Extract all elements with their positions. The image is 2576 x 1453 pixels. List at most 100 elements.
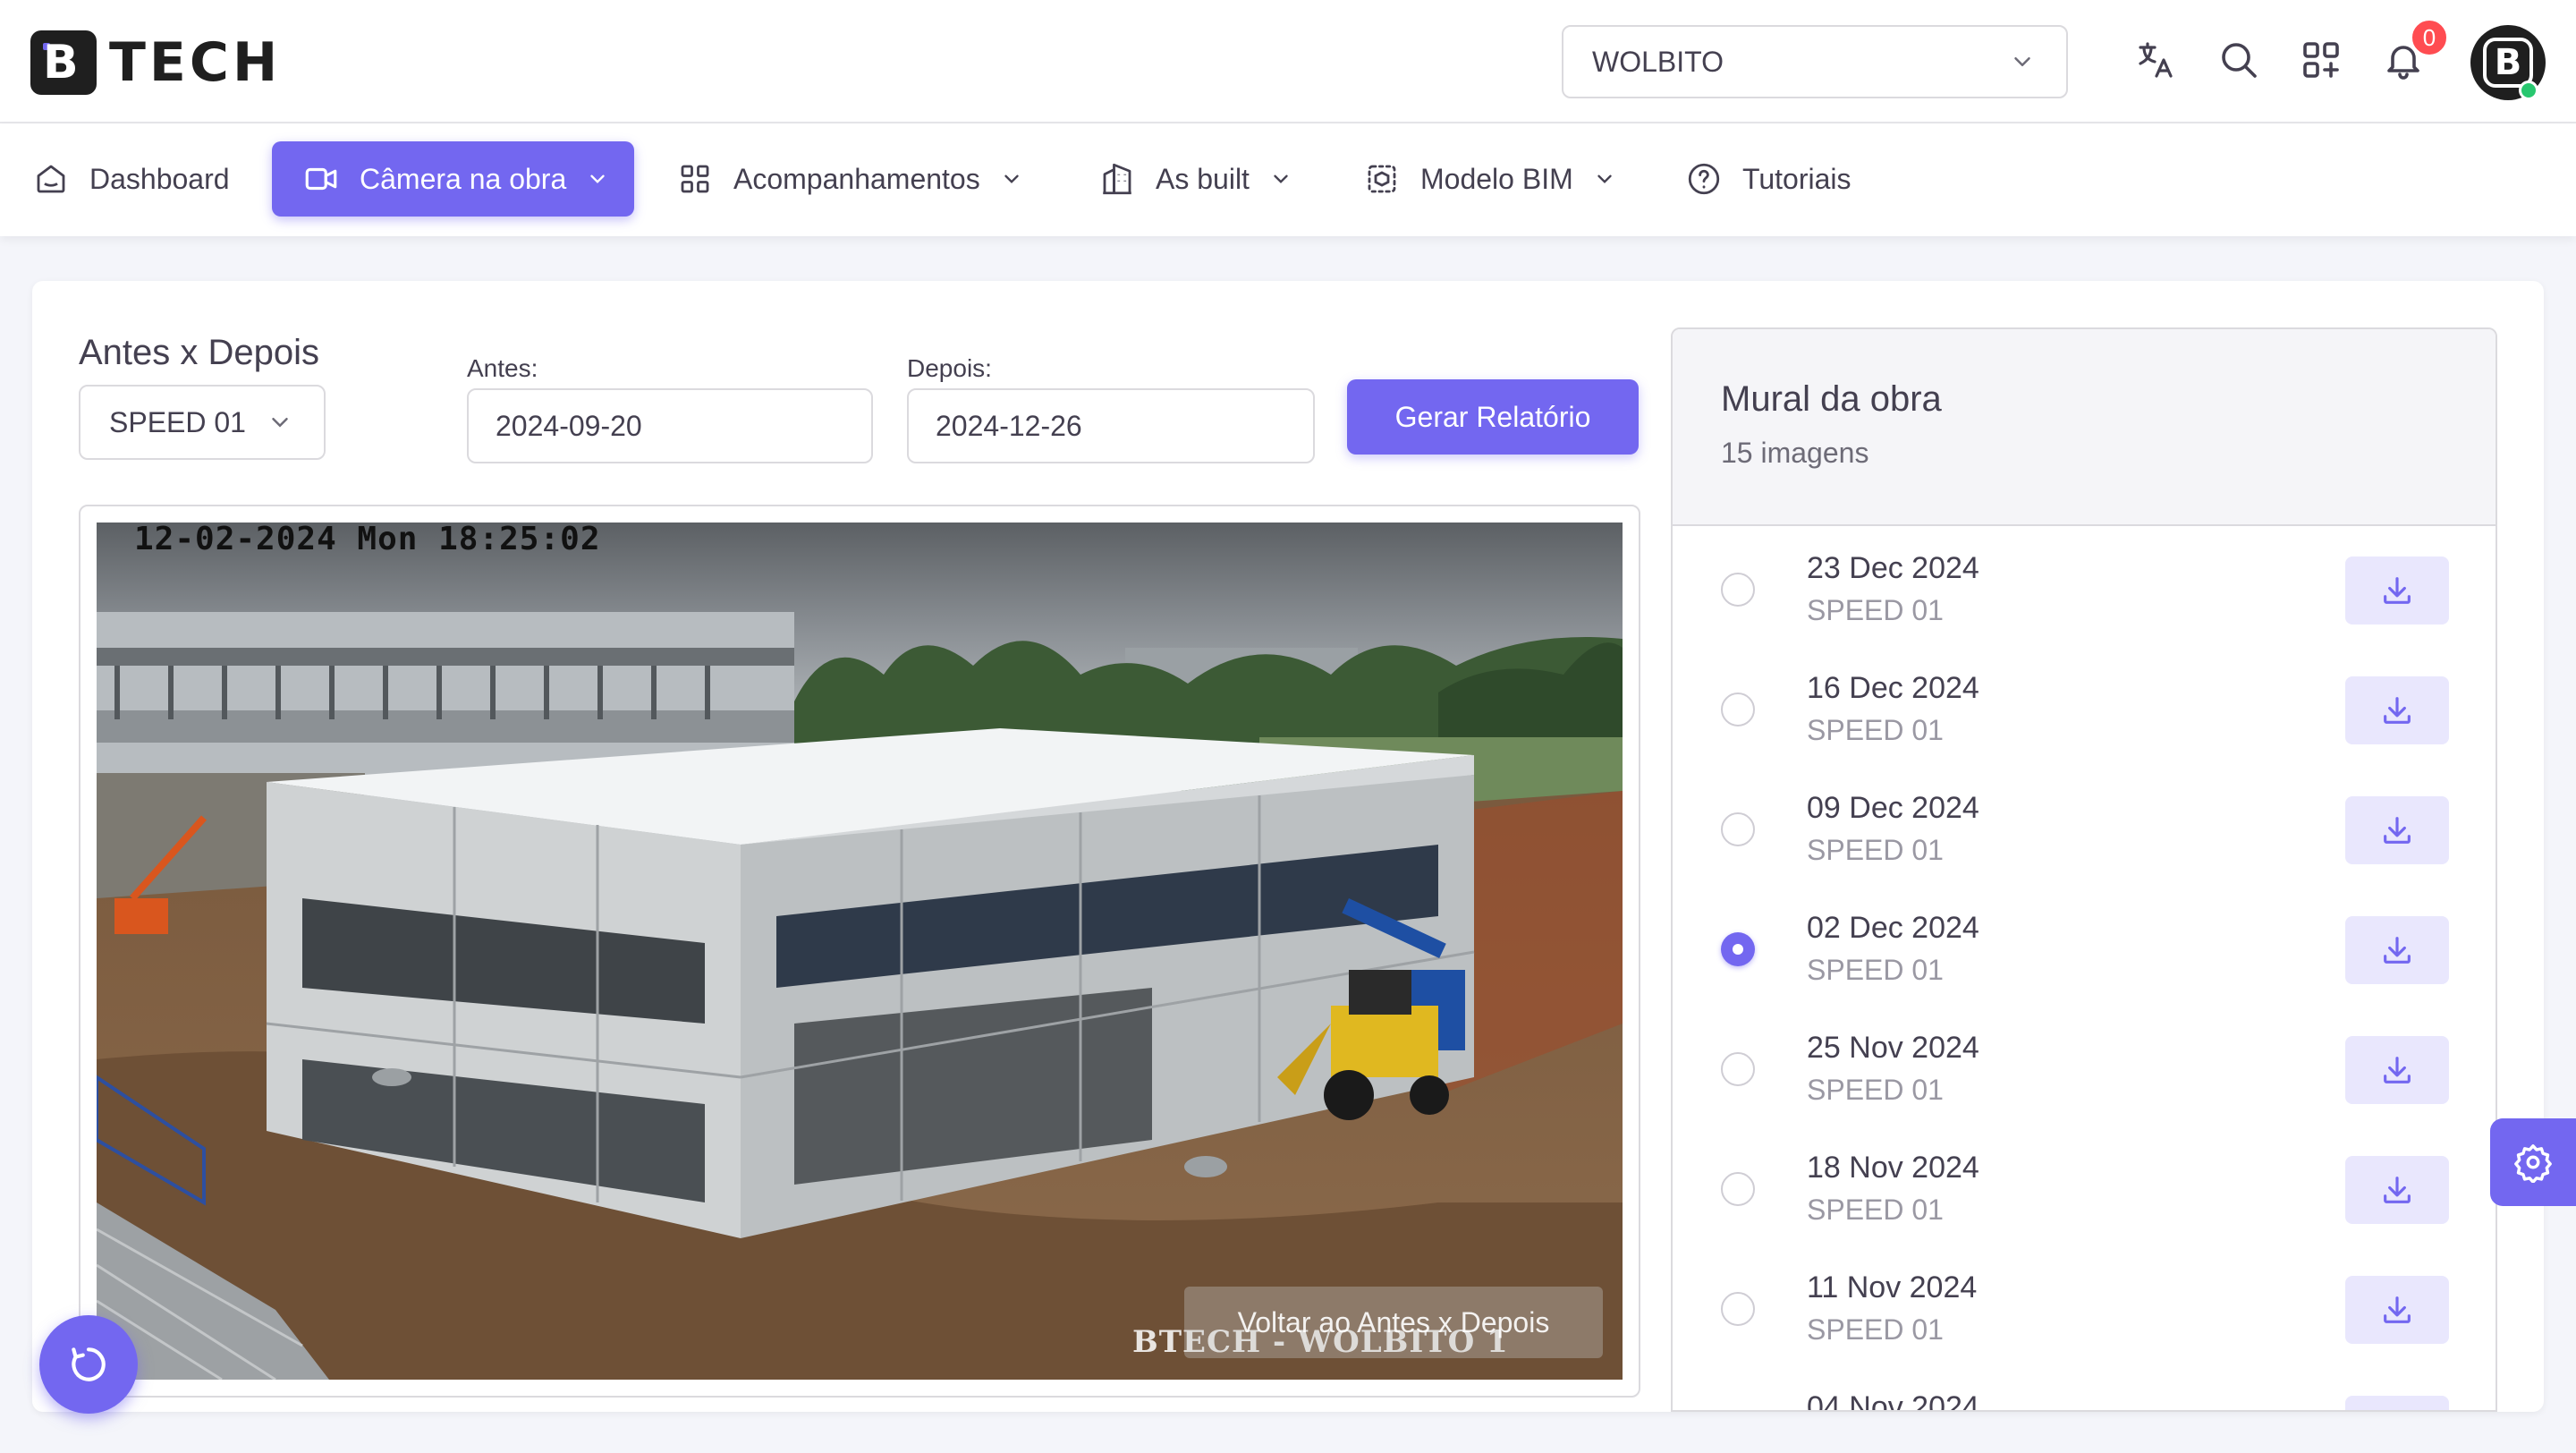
building-icon [1103,163,1131,195]
nav-item-acompanhamentos[interactable]: Acompanhamentos [676,141,1023,217]
logo-mark-letter: B [43,36,79,89]
nav-item-label: Câmera na obra [360,162,567,195]
mural-item-date: 25 Nov 2024 [1807,1031,1979,1065]
download-button[interactable] [2345,1156,2449,1224]
chevron-down-icon [1597,174,1612,183]
mural-item-date: 18 Nov 2024 [1807,1151,1979,1185]
mural-item[interactable]: 18 Nov 2024 SPEED 01 [1673,1127,2496,1247]
notification-badge: 0 [2410,18,2449,57]
download-icon [2384,1177,2411,1203]
download-button[interactable] [2345,1036,2449,1104]
mural-item-date: 04 Nov 2024 [1807,1390,1979,1412]
nav-item-dashboard[interactable]: Dashboard [32,141,230,217]
download-icon [2384,817,2411,844]
before-date-value: 2024-09-20 [496,409,642,442]
download-icon [2384,937,2411,964]
mural-item-date: 16 Dec 2024 [1807,671,1979,705]
nav-item-label: Dashboard [89,162,230,195]
video-camera-icon [305,167,337,191]
refresh-icon [72,1347,106,1381]
mural-item-camera: SPEED 01 [1807,714,1944,746]
mural-item[interactable]: 16 Dec 2024 SPEED 01 [1673,648,2496,768]
mural-item-radio[interactable] [1721,1052,1755,1086]
apps-icon[interactable] [2297,36,2345,84]
after-date-label: Depois: [907,354,992,382]
mural-item-radio[interactable] [1721,1172,1755,1206]
mural-count: 15 imagens [1721,437,1869,469]
photo-frame [79,505,1640,1398]
project-select-value: WOLBITO [1592,45,1724,78]
download-icon [2384,577,2411,604]
site-photo[interactable] [97,523,1623,1380]
logo-mark: B [30,30,97,95]
mural-item-date: 23 Dec 2024 [1807,551,1979,585]
download-button[interactable] [2345,796,2449,864]
nav-item-tutoriais[interactable]: Tutoriais [1685,141,1852,217]
translate-icon[interactable] [2132,36,2181,84]
settings-button[interactable] [2490,1118,2576,1206]
mural-item-date: 02 Dec 2024 [1807,911,1979,945]
nav-item-label: As built [1156,162,1250,195]
mural-item-radio[interactable] [1721,812,1755,846]
mural-title: Mural da obra [1721,379,1942,419]
camera-select[interactable]: SPEED 01 [79,385,326,460]
search-icon[interactable] [2215,36,2263,84]
logo-text: TECH [109,31,282,94]
download-icon [2384,1296,2411,1323]
before-date-input[interactable]: 2024-09-20 [467,388,873,463]
chevron-down-icon [590,174,605,183]
mural-item[interactable]: 04 Nov 2024SPEED 01 [1673,1367,2496,1412]
mural-item-radio[interactable] [1721,1292,1755,1326]
before-date-label: Antes: [467,354,538,382]
online-status-dot [2519,81,2538,100]
mural-item-camera: SPEED 01 [1807,1194,1944,1226]
nav-item-as-built[interactable]: As built [1098,141,1292,217]
main-nav: Dashboard Câmera na obra Acompanhamentos… [0,123,2576,236]
chevron-down-icon [2014,57,2030,66]
chevron-down-icon [272,418,288,428]
mural-item-camera: SPEED 01 [1807,1074,1944,1106]
nav-item-label: Modelo BIM [1420,162,1573,195]
nav-item-modelo-bim[interactable]: Modelo BIM [1363,141,1616,217]
mural-item[interactable]: 09 Dec 2024 SPEED 01 [1673,768,2496,888]
mural-item-radio[interactable] [1721,573,1755,607]
home-icon [37,165,65,193]
nav-item-camera[interactable]: Câmera na obra [272,141,635,217]
back-to-compare-button[interactable]: Voltar ao Antes x Depois [1184,1287,1603,1358]
mural-item-radio[interactable] [1721,693,1755,726]
mural-item-camera: SPEED 01 [1807,1313,1944,1346]
download-icon [2384,1057,2411,1083]
grid-icon [681,165,709,193]
mural-item-camera: SPEED 01 [1807,954,1944,986]
download-button[interactable] [2345,676,2449,744]
after-date-value: 2024-12-26 [936,409,1082,442]
nav-item-label: Tutoriais [1742,162,1852,195]
mural-item[interactable]: 02 Dec 2024 SPEED 01 [1673,888,2496,1007]
mural-item-date: 11 Nov 2024 [1807,1270,1978,1304]
gear-icon [2514,1144,2552,1183]
project-select[interactable]: WOLBITO [1562,25,2068,98]
brand-logo[interactable]: B TECH [30,30,281,95]
chevron-down-icon [1274,174,1288,183]
generate-report-button[interactable]: Gerar Relatório [1347,379,1639,455]
mural-item-camera: SPEED 01 [1807,834,1944,866]
after-date-input[interactable]: 2024-12-26 [907,388,1315,463]
mural-item-camera: SPEED 01 [1807,594,1944,626]
camera-select-value: SPEED 01 [109,405,246,438]
download-button[interactable] [2345,1396,2449,1410]
mural-item[interactable]: 23 Dec 2024 SPEED 01 [1673,528,2496,648]
chevron-down-icon [1004,174,1019,183]
download-button[interactable] [2345,916,2449,984]
download-button[interactable] [2345,557,2449,625]
nav-item-label: Acompanhamentos [733,162,980,195]
photo-timestamp: 12-02-2024 Mon 18:25:02 [134,521,601,557]
mural-item[interactable]: 11 Nov 2024 SPEED 01 [1673,1247,2496,1367]
refresh-button[interactable] [39,1315,138,1414]
download-button[interactable] [2345,1276,2449,1344]
help-circle-icon [1688,163,1720,195]
mural-item[interactable]: 25 Nov 2024 SPEED 01 [1673,1007,2496,1127]
compare-title: Antes x Depois [79,333,320,372]
mural-header: Mural da obra 15 imagens [1673,329,2496,526]
bim-icon [1368,165,1396,193]
mural-item-radio[interactable] [1721,932,1755,966]
